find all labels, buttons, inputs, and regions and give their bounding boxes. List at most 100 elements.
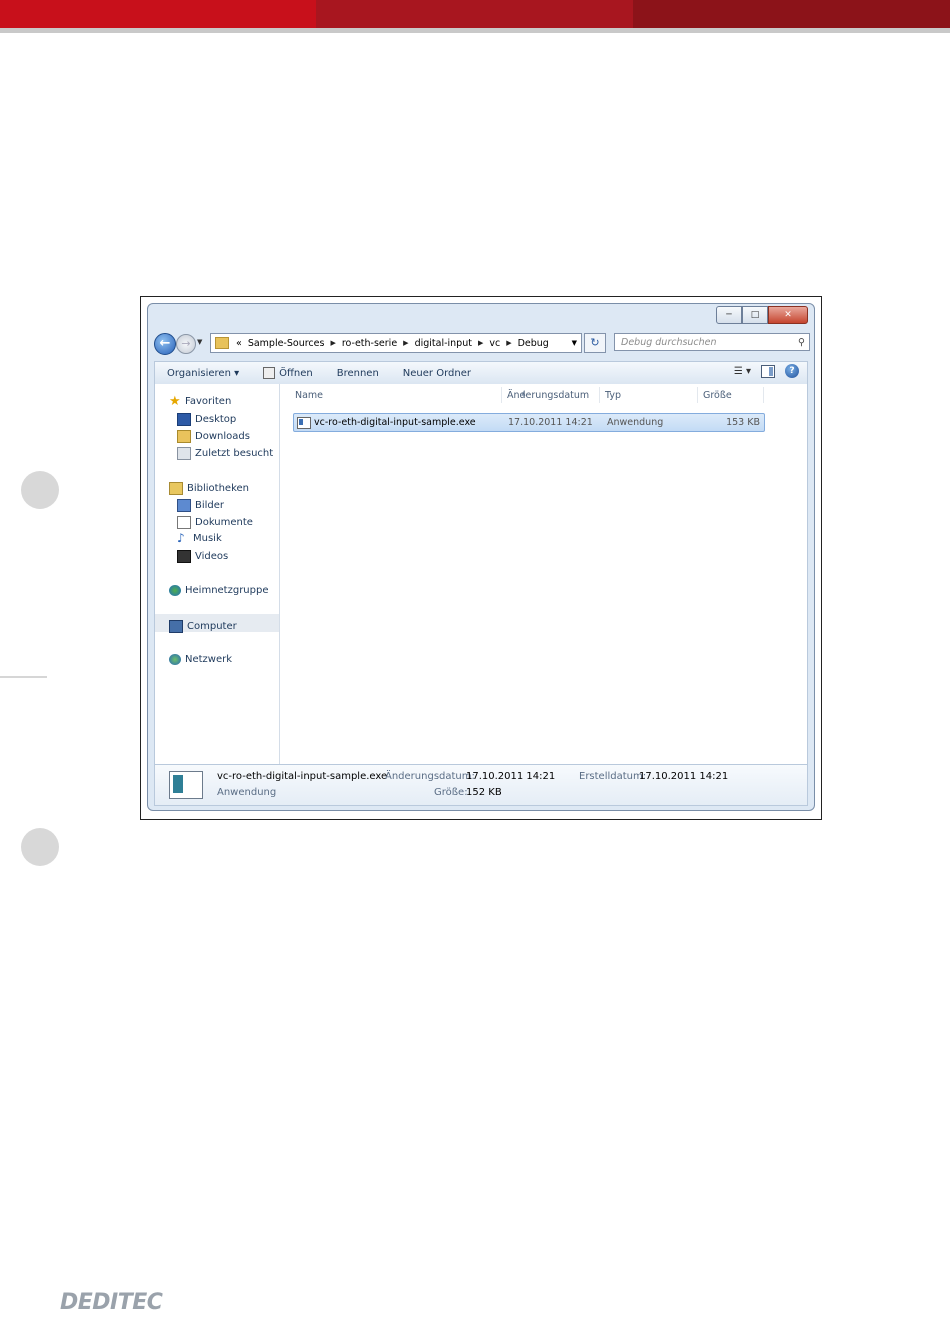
details-size-value: 152 KB <box>466 787 502 798</box>
application-file-icon <box>297 417 311 429</box>
recent-places-icon <box>177 447 191 460</box>
breadcrumb-sample-sources[interactable]: Sample-Sources <box>248 338 325 349</box>
computer-icon <box>169 620 183 633</box>
breadcrumb-ro-eth-serie[interactable]: ro-eth-serie <box>342 338 397 349</box>
nav-pictures[interactable]: Bilder <box>177 499 224 512</box>
organize-label: Organisieren ▾ <box>167 367 240 379</box>
nav-downloads[interactable]: Downloads <box>177 430 250 443</box>
organize-button[interactable]: Organisieren ▾ <box>155 368 251 379</box>
downloads-icon <box>177 430 191 443</box>
application-large-icon <box>169 771 203 799</box>
nav-network-label: Netzwerk <box>185 654 233 665</box>
header-band-middle <box>316 0 633 28</box>
column-size[interactable]: Größe <box>703 390 732 401</box>
file-row[interactable]: vc-ro-eth-digital-input-sample.exe 17.10… <box>293 413 765 432</box>
close-button[interactable]: ✕ <box>768 306 808 324</box>
breadcrumb-debug[interactable]: Debug <box>518 338 549 349</box>
open-button[interactable]: Öffnen <box>251 367 325 379</box>
minimize-button[interactable]: ─ <box>716 306 742 324</box>
search-icon[interactable]: ⚲ <box>798 334 805 352</box>
music-icon: ♪ <box>177 531 185 545</box>
homegroup-icon <box>169 585 181 596</box>
nav-libraries-label: Bibliotheken <box>187 483 249 494</box>
nav-videos-label: Videos <box>195 551 229 562</box>
header-band-right <box>633 0 950 28</box>
refresh-icon[interactable]: ↻ <box>584 333 606 353</box>
chevron-right-icon[interactable]: ▶ <box>403 339 408 347</box>
nav-documents[interactable]: Dokumente <box>177 516 253 529</box>
nav-network[interactable]: Netzwerk <box>169 654 232 665</box>
file-name: vc-ro-eth-digital-input-sample.exe <box>314 417 476 428</box>
folder-icon <box>215 337 229 349</box>
column-divider[interactable] <box>599 387 600 403</box>
details-modified-value: 17.10.2011 14:21 <box>466 771 556 782</box>
search-placeholder: Debug durchsuchen <box>621 337 717 348</box>
address-dropdown-icon[interactable]: ▼ <box>572 339 577 347</box>
desktop-icon <box>177 413 191 426</box>
column-headers: ▲ Name Änderungsdatum Typ Größe <box>285 387 769 403</box>
column-divider[interactable] <box>697 387 698 403</box>
preview-pane-icon[interactable] <box>761 364 775 378</box>
help-icon[interactable]: ? <box>785 364 799 378</box>
column-name[interactable]: Name <box>295 390 323 401</box>
address-overflow[interactable]: « <box>236 338 242 349</box>
maximize-button[interactable]: □ <box>742 306 768 324</box>
breadcrumb-vc[interactable]: vc <box>489 338 500 349</box>
chevron-right-icon[interactable]: ▶ <box>330 339 335 347</box>
margin-rule <box>0 676 47 678</box>
navigation-bar: ← → ▼ « Sample-Sources ▶ ro-eth-serie ▶ … <box>154 332 810 355</box>
new-folder-button[interactable]: Neuer Ordner <box>391 368 483 379</box>
file-type: Anwendung <box>607 417 664 428</box>
chevron-right-icon[interactable]: ▶ <box>506 339 511 347</box>
recent-pages-dropdown-icon[interactable]: ▼ <box>197 338 202 346</box>
command-bar: Organisieren ▾ Öffnen Brennen Neuer Ordn… <box>154 361 808 385</box>
chevron-right-icon[interactable]: ▶ <box>478 339 483 347</box>
nav-libraries[interactable]: Bibliotheken <box>169 482 249 495</box>
column-divider[interactable] <box>763 387 764 403</box>
view-options-icon[interactable]: ☰ ▾ <box>734 366 751 377</box>
explorer-window: ─ □ ✕ ← → ▼ « Sample-Sources ▶ ro-eth-se… <box>147 303 815 811</box>
header-band-left <box>0 0 316 28</box>
nav-music-label: Musik <box>193 533 222 544</box>
details-file-type: Anwendung <box>217 787 277 798</box>
nav-pictures-label: Bilder <box>195 500 225 511</box>
nav-recent-label: Zuletzt besucht <box>195 448 274 459</box>
network-icon <box>169 654 181 665</box>
file-modified: 17.10.2011 14:21 <box>508 417 593 428</box>
burn-button[interactable]: Brennen <box>325 368 391 379</box>
address-bar[interactable]: « Sample-Sources ▶ ro-eth-serie ▶ digita… <box>210 333 582 353</box>
nav-music[interactable]: ♪ Musik <box>177 531 222 545</box>
star-icon: ★ <box>169 394 181 409</box>
nav-recent[interactable]: Zuletzt besucht <box>177 447 273 460</box>
burn-label: Brennen <box>336 367 379 379</box>
open-icon <box>263 367 276 379</box>
nav-computer[interactable]: Computer <box>169 620 237 633</box>
details-created-label: Erstelldatum: <box>579 771 647 782</box>
nav-desktop[interactable]: Desktop <box>177 413 236 426</box>
nav-desktop-label: Desktop <box>195 414 237 425</box>
column-divider[interactable] <box>501 387 502 403</box>
forward-arrow-icon[interactable]: → <box>176 334 196 354</box>
screenshot-frame: ─ □ ✕ ← → ▼ « Sample-Sources ▶ ro-eth-se… <box>140 296 822 820</box>
margin-bullet-1 <box>21 471 59 509</box>
navigation-pane: ★ Favoriten Desktop Downloads Zuletzt bes… <box>155 384 280 764</box>
column-modified[interactable]: Änderungsdatum <box>507 390 589 401</box>
header-underline <box>0 28 950 33</box>
details-created-value: 17.10.2011 14:21 <box>639 771 729 782</box>
nav-videos[interactable]: Videos <box>177 550 228 563</box>
nav-downloads-label: Downloads <box>195 431 250 442</box>
videos-icon <box>177 550 191 563</box>
column-type[interactable]: Typ <box>605 390 621 401</box>
margin-bullet-2 <box>21 828 59 866</box>
back-arrow-icon[interactable]: ← <box>154 333 176 355</box>
pictures-icon <box>177 499 191 512</box>
breadcrumb-digital-input[interactable]: digital-input <box>415 338 472 349</box>
deditec-logo: DEDITEC <box>60 1290 163 1315</box>
nav-computer-label: Computer <box>187 621 237 632</box>
nav-homegroup[interactable]: Heimnetzgruppe <box>169 585 269 596</box>
search-input[interactable]: Debug durchsuchen ⚲ <box>614 333 810 351</box>
content-area: ★ Favoriten Desktop Downloads Zuletzt bes… <box>154 384 808 764</box>
details-file-name: vc-ro-eth-digital-input-sample.exe <box>217 771 388 782</box>
nav-favorites[interactable]: ★ Favoriten <box>169 394 231 409</box>
documents-icon <box>177 516 191 529</box>
